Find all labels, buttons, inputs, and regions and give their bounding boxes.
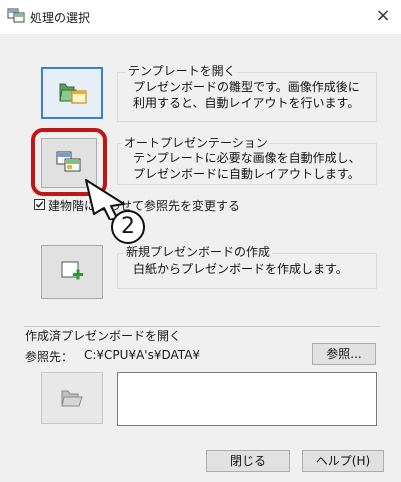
template-description-line1: プレゼンボードの雛型です。画像作成後に xyxy=(133,80,360,94)
template-folder-icon xyxy=(59,83,87,104)
floor-reference-checkbox[interactable] xyxy=(34,199,45,210)
new-board-plus-icon xyxy=(61,261,83,280)
open-template-button[interactable] xyxy=(41,67,103,119)
window-app-icon xyxy=(7,8,25,23)
window-title: 処理の選択 xyxy=(30,11,91,25)
template-group-label: テンプレートを開く xyxy=(126,64,238,78)
new-board-description: 白紙からプレゼンボードを作成します。 xyxy=(133,262,348,276)
new-board-group-label: 新規プレゼンボードの作成 xyxy=(124,245,273,259)
created-boards-label: 作成済プレゼンボードを開く xyxy=(25,327,185,344)
title-bar: 処理の選択 × xyxy=(0,0,401,34)
check-icon xyxy=(35,201,44,208)
close-button[interactable]: 閉じる xyxy=(206,450,290,472)
template-description-line2: 利用すると、自動レイアウトを行います。 xyxy=(133,96,360,110)
help-button[interactable]: ヘルプ(H) xyxy=(302,450,384,472)
created-boards-list[interactable] xyxy=(117,372,377,426)
auto-presentation-description-line2: プレゼンボードに自動レイアウトします。 xyxy=(133,167,360,181)
new-board-button[interactable] xyxy=(41,245,103,299)
reference-path-label: 参照先： xyxy=(25,350,74,364)
step-number-badge: 2 xyxy=(111,210,145,244)
auto-presentation-description-line1: テンプレートに必要な画像を自動作成し、 xyxy=(133,151,361,165)
auto-presentation-group-label: オートプレゼンテーション xyxy=(122,136,270,150)
close-icon[interactable]: × xyxy=(371,4,395,28)
folder-open-icon xyxy=(61,390,83,407)
floor-reference-checkbox-label: 建物階に合わせて参照先を変更する xyxy=(48,199,241,213)
browse-button[interactable]: 参照... xyxy=(312,343,376,365)
open-created-board-button[interactable] xyxy=(41,372,103,424)
reference-path-value: C:¥CPU¥A's¥DATA¥ xyxy=(84,348,201,362)
